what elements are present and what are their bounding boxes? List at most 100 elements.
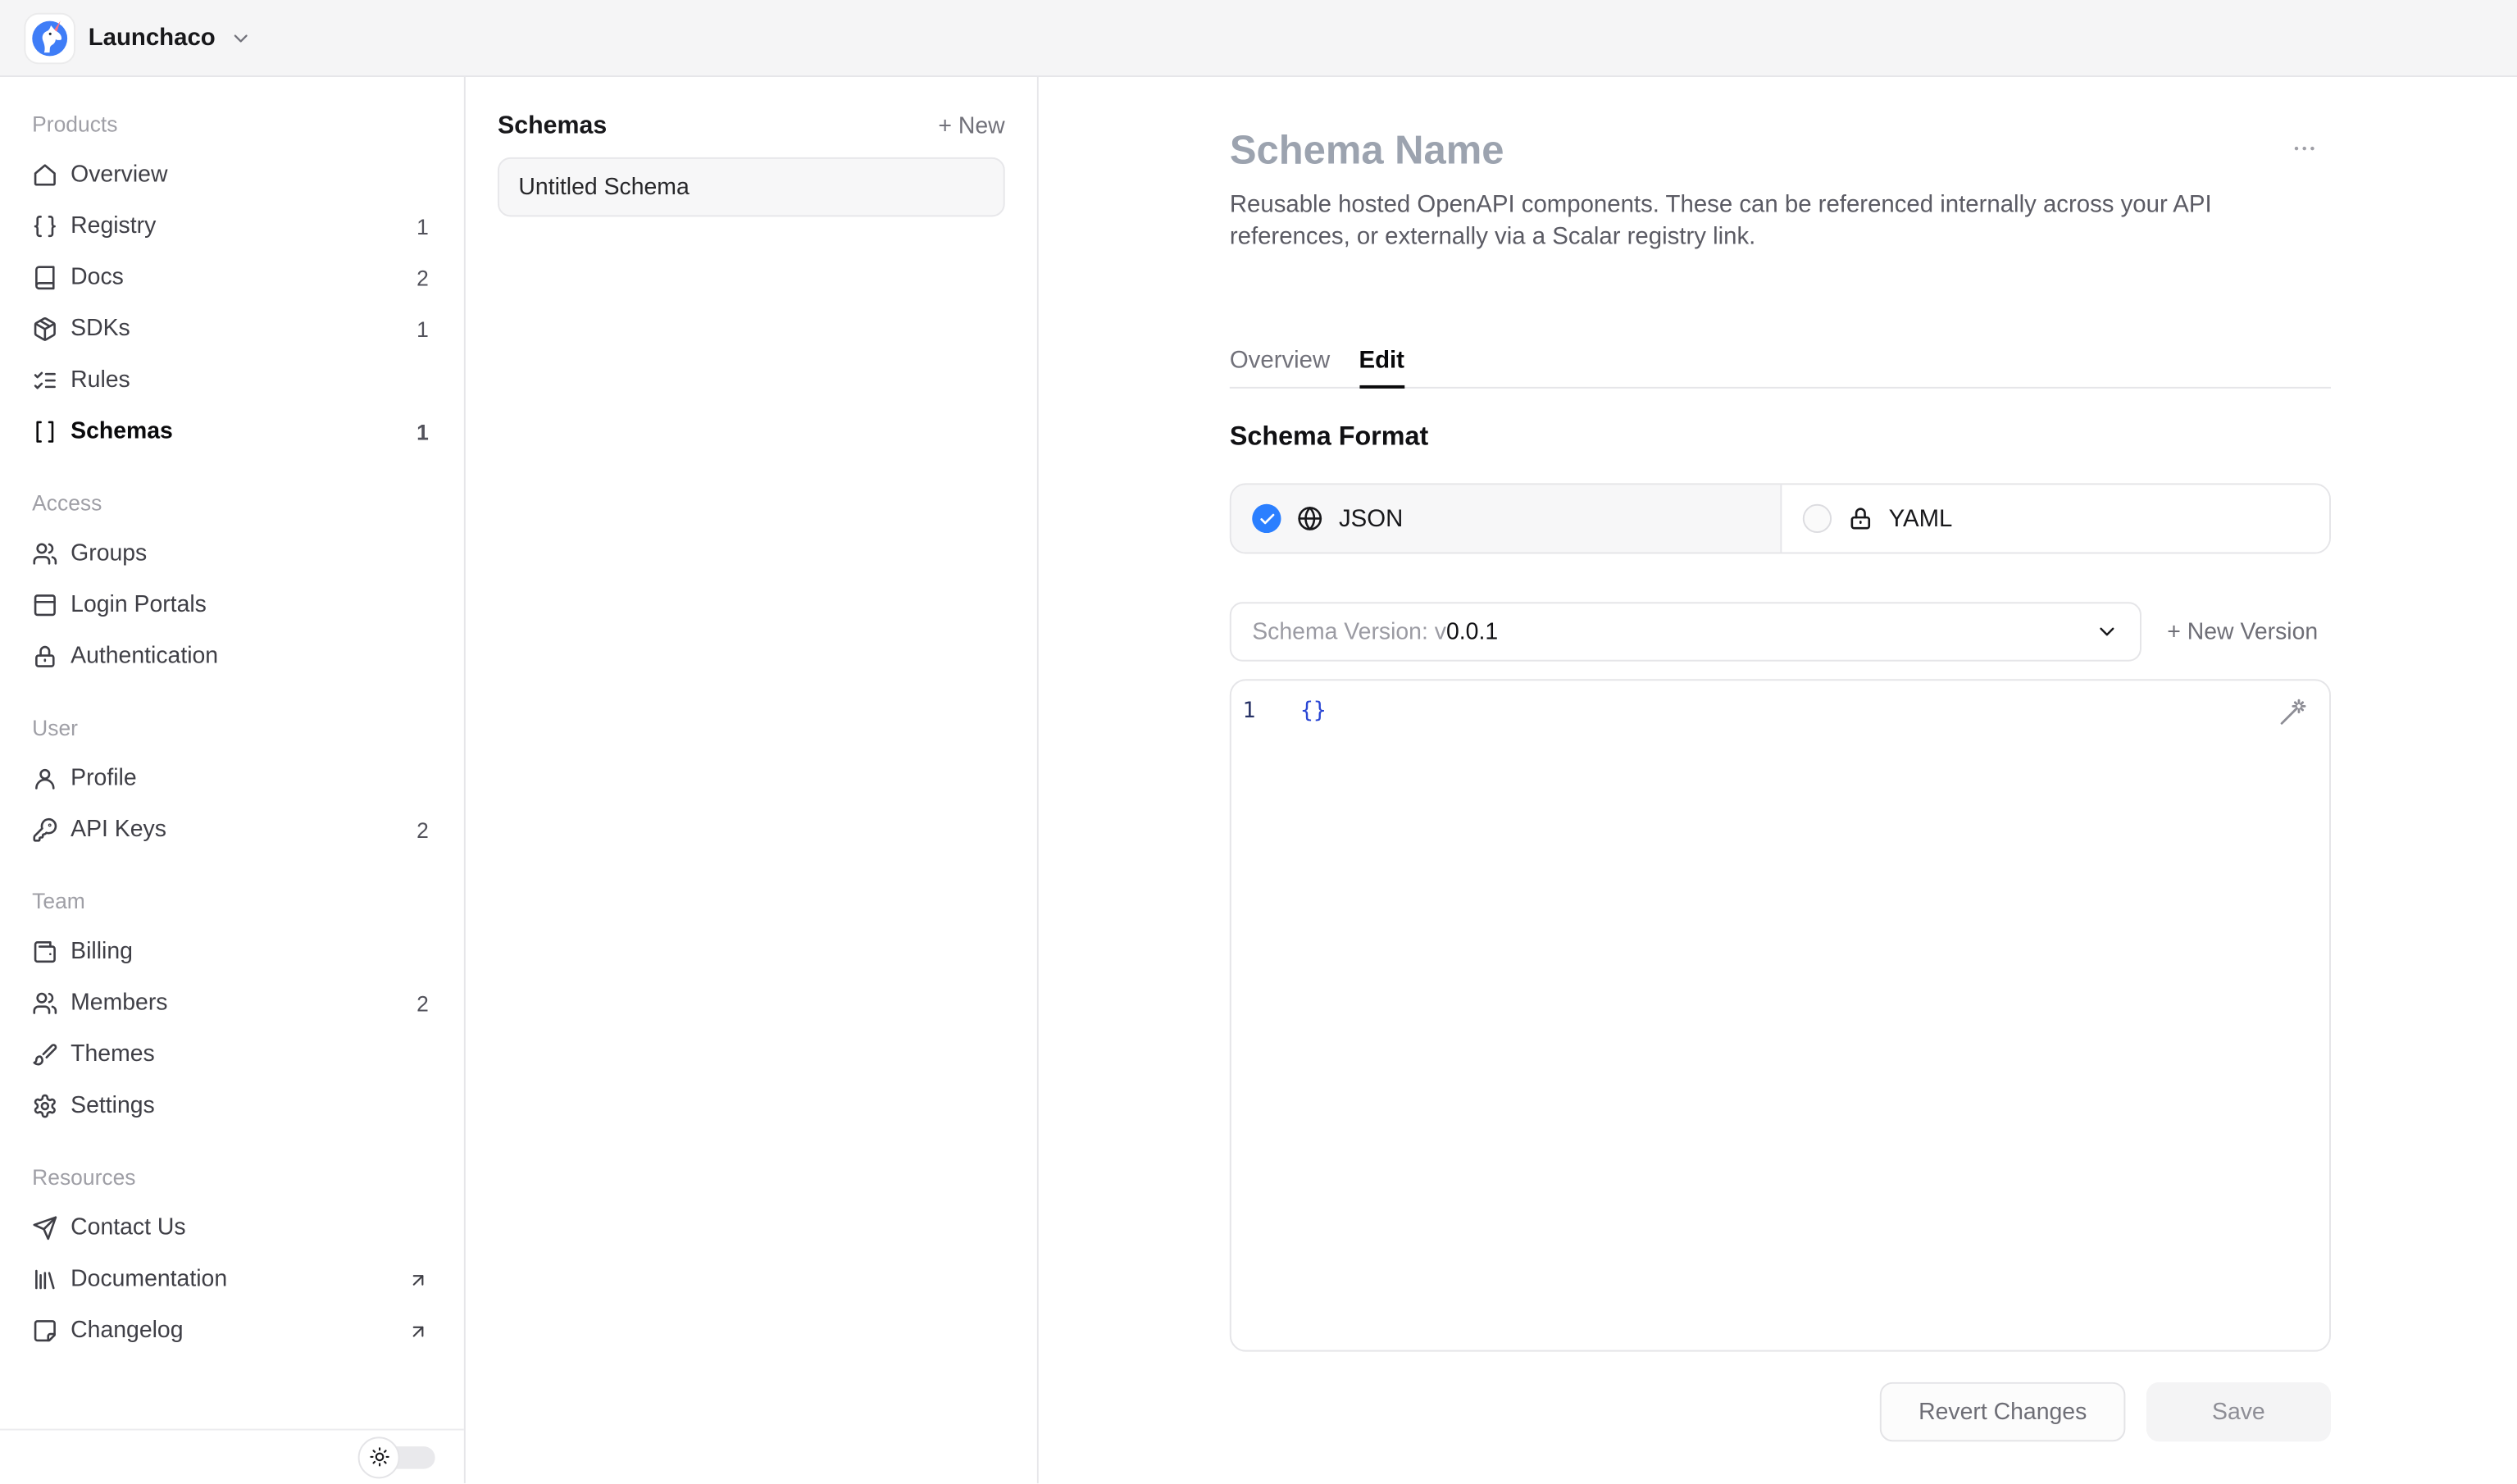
tab-overview[interactable]: Overview — [1230, 334, 1330, 387]
count-badge: 1 — [416, 214, 429, 238]
sidebar-item-groups[interactable]: Groups — [32, 528, 429, 580]
sidebar-item-overview[interactable]: Overview — [32, 149, 429, 201]
count-badge: 2 — [416, 991, 429, 1015]
sidebar-section-resources: Resources Contact Us Documentation Chang… — [32, 1151, 429, 1357]
sidebar-item-label: Settings — [71, 1093, 155, 1118]
sidebar-item-label: Login Portals — [71, 593, 207, 618]
lock-icon — [1847, 506, 1873, 531]
code-line: 1 {} — [1231, 695, 2329, 727]
schemas-panel-title: Schemas — [498, 112, 607, 141]
sidebar-item-schemas[interactable]: Schemas 1 — [32, 406, 429, 457]
page-title: Schema Name — [1230, 128, 1504, 175]
list-checks-icon — [32, 367, 57, 393]
section-label: Team — [32, 875, 429, 926]
globe-icon — [1297, 506, 1322, 531]
sidebar-section-user: User Profile API Keys 2 — [32, 702, 429, 856]
count-badge: 1 — [416, 420, 429, 444]
sidebar-item-changelog[interactable]: Changelog — [32, 1305, 429, 1357]
note-icon — [32, 1318, 57, 1344]
format-option-label: YAML — [1889, 505, 1953, 532]
users-icon — [32, 990, 57, 1016]
format-code-button[interactable] — [2278, 697, 2308, 732]
sidebar-item-label: Docs — [71, 265, 124, 290]
new-version-button[interactable]: + New Version — [2167, 619, 2318, 644]
sidebar-item-themes[interactable]: Themes — [32, 1029, 429, 1081]
format-option-yaml[interactable]: YAML — [1781, 485, 2329, 552]
sidebar-item-contact-us[interactable]: Contact Us — [32, 1203, 429, 1254]
sidebar-item-label: Profile — [71, 766, 136, 791]
schema-format-heading: Schema Format — [1230, 422, 2331, 453]
sidebar-item-settings[interactable]: Settings — [32, 1081, 429, 1132]
sidebar-item-label: API Keys — [71, 817, 166, 843]
theme-toggle[interactable] — [358, 1436, 435, 1477]
version-value: 0.0.1 — [1446, 619, 1498, 644]
radio-checked-icon — [1252, 504, 1281, 533]
sidebar-item-authentication[interactable]: Authentication — [32, 630, 429, 682]
sidebar-section-team: Team Billing Members 2 Themes Settings — [32, 875, 429, 1131]
arrow-up-right-icon — [407, 1269, 428, 1290]
sidebar-section-products: Products Overview Registry 1 Docs 2 — [32, 98, 429, 457]
sidebar-item-label: Authentication — [71, 644, 218, 669]
library-icon — [32, 1267, 57, 1292]
sidebar-item-profile[interactable]: Profile — [32, 753, 429, 804]
revert-changes-button[interactable]: Revert Changes — [1880, 1382, 2125, 1441]
ellipsis-icon — [2291, 134, 2318, 162]
sidebar-item-label: Groups — [71, 541, 147, 567]
gear-icon — [32, 1093, 57, 1118]
sidebar-section-access: Access Groups Login Portals Authenticati… — [32, 477, 429, 683]
braces-icon — [32, 213, 57, 239]
sidebar-item-label: SDKs — [71, 316, 130, 342]
sidebar-item-label: Members — [71, 990, 167, 1016]
sidebar-item-label: Documentation — [71, 1267, 227, 1292]
sidebar-item-documentation[interactable]: Documentation — [32, 1254, 429, 1305]
sidebar-item-label: Overview — [71, 162, 167, 188]
sidebar-footer — [0, 1429, 464, 1484]
sidebar-item-members[interactable]: Members 2 — [32, 977, 429, 1029]
send-icon — [32, 1215, 57, 1240]
sidebar-item-billing[interactable]: Billing — [32, 926, 429, 978]
sidebar-item-label: Schemas — [71, 419, 173, 444]
schema-detail: Schema Name Reusable hosted OpenAPI comp… — [1230, 77, 2331, 1482]
key-icon — [32, 817, 57, 843]
app-root: Launchaco Products Overview Registry 1 — [0, 0, 2517, 1483]
main-panel: Schema Name Reusable hosted OpenAPI comp… — [1039, 77, 2517, 1483]
schema-list-item[interactable]: Untitled Schema — [498, 157, 1005, 216]
sidebar-item-api-keys[interactable]: API Keys 2 — [32, 804, 429, 856]
workspace-name: Launchaco — [89, 24, 216, 51]
count-badge: 2 — [416, 266, 429, 289]
more-options-button[interactable] — [2291, 134, 2318, 166]
arrow-up-right-icon — [407, 1320, 428, 1341]
count-badge: 1 — [416, 317, 429, 341]
sidebar-item-login-portals[interactable]: Login Portals — [32, 580, 429, 631]
tab-bar: Overview Edit — [1230, 334, 2331, 389]
sidebar-item-rules[interactable]: Rules — [32, 355, 429, 407]
workspace-switcher[interactable]: Launchaco — [25, 14, 252, 62]
home-icon — [32, 162, 57, 188]
code-editor[interactable]: 1 {} — [1230, 679, 2331, 1351]
toggle-knob — [358, 1436, 400, 1477]
new-schema-button[interactable]: + New — [938, 114, 1004, 139]
tab-edit[interactable]: Edit — [1359, 334, 1404, 387]
chevron-down-icon — [2095, 620, 2119, 644]
format-option-json[interactable]: JSON — [1231, 485, 1782, 552]
lock-icon — [32, 644, 57, 669]
sidebar-item-docs[interactable]: Docs 2 — [32, 252, 429, 303]
line-number: 1 — [1242, 695, 1264, 727]
chevron-down-icon — [230, 26, 252, 48]
schemas-panel-header: Schemas + New — [498, 102, 1005, 151]
package-icon — [32, 316, 57, 342]
schema-header: Schema Name — [1230, 129, 2331, 174]
editor-actions: Revert Changes Save — [1230, 1382, 2331, 1482]
schema-name: Untitled Schema — [518, 174, 689, 199]
wallet-icon — [32, 939, 57, 964]
code-content: {} — [1300, 695, 1327, 727]
sidebar-item-registry[interactable]: Registry 1 — [32, 201, 429, 253]
magic-wand-icon — [2278, 697, 2308, 727]
radio-unchecked-icon — [1802, 504, 1831, 533]
launchaco-logo-icon — [25, 14, 74, 62]
save-button[interactable]: Save — [2146, 1382, 2331, 1441]
version-row: Schema Version: v0.0.1 + New Version — [1230, 602, 2331, 661]
schema-version-dropdown[interactable]: Schema Version: v0.0.1 — [1230, 602, 2141, 661]
user-icon — [32, 766, 57, 791]
sidebar-item-sdks[interactable]: SDKs 1 — [32, 303, 429, 355]
